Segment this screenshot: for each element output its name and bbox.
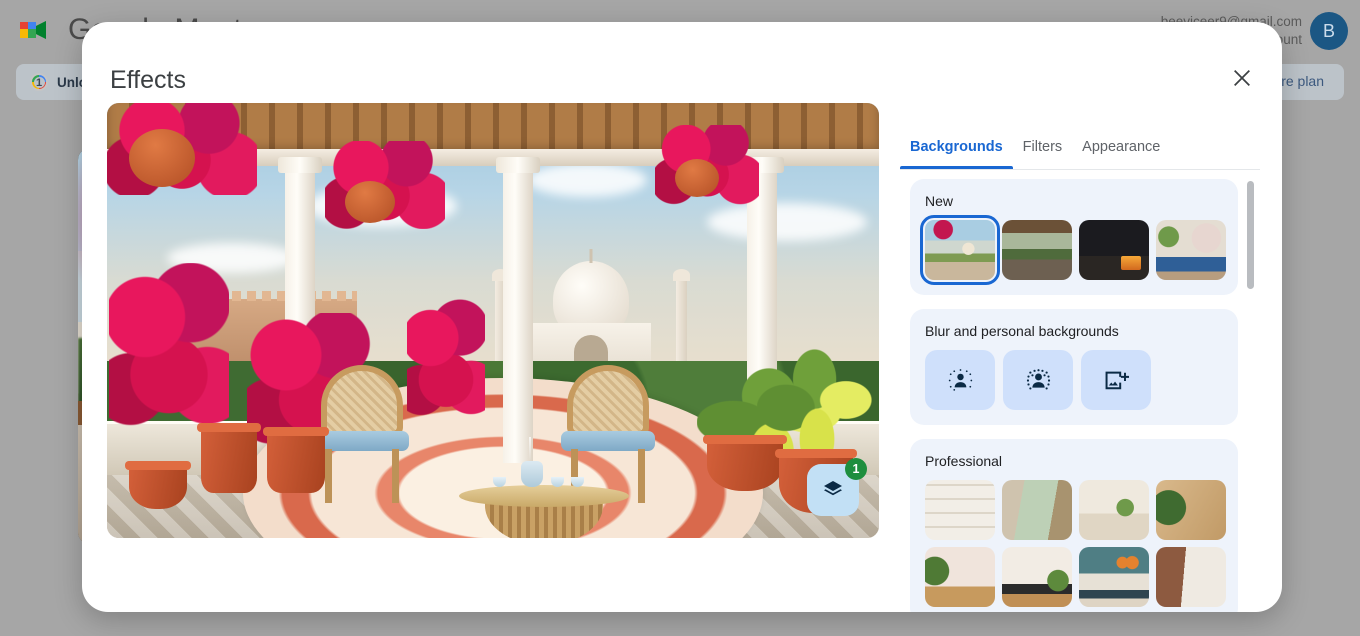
background-preview[interactable]: 1: [107, 103, 879, 538]
group-blur-and-personal: Blur and personal backgrounds: [910, 309, 1238, 425]
round-wicker-table: [459, 437, 629, 538]
pot-rim: [775, 449, 857, 458]
slight-blur-button[interactable]: [925, 350, 995, 410]
add-image-icon: [1105, 371, 1129, 389]
teapot: [521, 461, 543, 487]
group-professional: Professional: [910, 439, 1238, 612]
background-thumb-taj-mahal-balcony[interactable]: [920, 215, 1000, 285]
group-title: Professional: [925, 453, 1003, 469]
background-thumb-shelf-and-sofa[interactable]: [1079, 480, 1149, 540]
chair-back: [321, 365, 403, 437]
table-top: [459, 485, 629, 507]
thumbnail-grid: [920, 215, 1226, 285]
preview-column: [496, 157, 540, 463]
page-title: Effects: [110, 66, 186, 94]
terracotta-pot: [263, 427, 329, 493]
heavy-blur-icon: [1026, 368, 1050, 390]
tropical-plant: [757, 335, 877, 465]
background-thumb-brick-dining-room[interactable]: [1156, 547, 1226, 607]
pot-rim: [263, 427, 329, 436]
layers-badge: 1: [845, 458, 867, 480]
chair-cushion: [561, 431, 655, 451]
effects-panel: Backgrounds Filters Appearance New Blur …: [900, 103, 1260, 612]
chair-leg: [325, 449, 332, 503]
layers-icon: [824, 481, 842, 496]
add-background-image-button[interactable]: [1081, 350, 1151, 410]
backgrounds-scroll-area[interactable]: New Blur and personal backgrounds Profes…: [900, 170, 1260, 612]
terracotta-pot: [125, 461, 191, 509]
scrollbar-thumb[interactable]: [1247, 181, 1254, 289]
chair-cushion: [315, 431, 409, 451]
background-thumb-wood-wall-plant[interactable]: [1156, 480, 1226, 540]
background-thumb-pergola-terrace[interactable]: [1002, 220, 1072, 280]
chair-leg: [638, 449, 645, 503]
background-thumb-dark-room-fireplace[interactable]: [1079, 220, 1149, 280]
tab-backgrounds[interactable]: Backgrounds: [900, 125, 1013, 169]
tab-filters[interactable]: Filters: [1013, 125, 1072, 169]
cloud: [707, 203, 867, 241]
background-thumb-loft-pendant-lights[interactable]: [1079, 547, 1149, 607]
effects-dialog: Effects 1 Backgrounds Filters Appearance…: [82, 22, 1282, 612]
thumbnail-grid: [925, 480, 1226, 607]
hanging-basket: [345, 181, 395, 223]
blur-options-row: [925, 350, 1223, 410]
terracotta-pot: [197, 423, 261, 493]
bougainvillea-shrub: [109, 263, 229, 443]
slight-blur-icon: [948, 368, 972, 391]
cloud: [527, 163, 647, 197]
panel-scrollbar[interactable]: [1247, 181, 1254, 591]
chair-leg: [392, 449, 399, 503]
background-thumb-framed-art-kitchen[interactable]: [925, 547, 995, 607]
hanging-basket: [675, 159, 719, 197]
tab-appearance[interactable]: Appearance: [1072, 125, 1170, 169]
close-icon: [1234, 70, 1250, 86]
background-thumb-green-bedroom[interactable]: [1002, 480, 1072, 540]
blur-background-button[interactable]: [1003, 350, 1073, 410]
background-thumb-white-bookshelf[interactable]: [925, 480, 995, 540]
effects-tabs: Backgrounds Filters Appearance: [900, 125, 1260, 169]
pot-rim: [197, 423, 261, 432]
wicker-chair: [313, 365, 411, 505]
chair-back: [567, 365, 649, 437]
tea-steam: [529, 437, 531, 461]
close-button[interactable]: [1222, 58, 1262, 98]
group-new: New: [910, 179, 1238, 295]
group-title: New: [925, 193, 954, 209]
bougainvillea-shrub: [407, 299, 485, 429]
hanging-basket: [129, 129, 195, 187]
background-thumb-minimal-desk[interactable]: [1002, 547, 1072, 607]
background-thumb-gallery-wall-sofa[interactable]: [1156, 220, 1226, 280]
group-title: Blur and personal backgrounds: [925, 323, 1119, 339]
pot-rim: [125, 461, 191, 470]
